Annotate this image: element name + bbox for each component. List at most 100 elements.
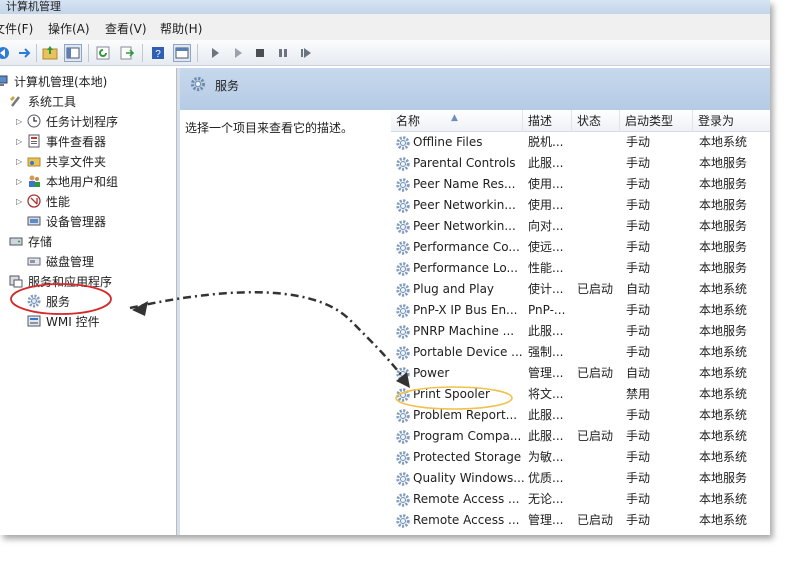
table-row[interactable]: Peer Name Res... 使用... 手动 本地服务 bbox=[391, 174, 770, 195]
service-name-cell: Portable Device ... bbox=[395, 342, 525, 363]
users-icon bbox=[26, 173, 42, 189]
export-icon[interactable] bbox=[118, 44, 136, 62]
table-row[interactable]: Plug and Play 使计... 已启动 自动 本地系统 bbox=[391, 279, 770, 300]
service-logon-as: 本地服务 bbox=[699, 261, 748, 275]
refresh-icon[interactable] bbox=[94, 44, 112, 62]
table-row[interactable]: Peer Networkin... 向对... 手动 本地服务 bbox=[391, 216, 770, 237]
expand-arrow-icon[interactable]: ▷ bbox=[16, 177, 26, 186]
performance-icon bbox=[26, 193, 42, 209]
service-name: Program Compa... bbox=[413, 429, 522, 443]
expand-arrow-icon[interactable]: ▷ bbox=[16, 117, 26, 126]
service-description: 性能... bbox=[528, 261, 564, 275]
service-name: Peer Networkin... bbox=[413, 198, 516, 212]
service-name: PNRP Machine ... bbox=[413, 324, 515, 338]
description-prompt: 选择一个项目来查看它的描述。 bbox=[185, 121, 354, 135]
service-logon-as: 本地系统 bbox=[699, 282, 748, 296]
help-icon[interactable]: ? bbox=[149, 44, 167, 62]
service-logon-as: 本地系统 bbox=[699, 387, 748, 401]
service-description: 优质... bbox=[528, 471, 564, 485]
menu-help[interactable]: 帮助(H) bbox=[160, 20, 202, 37]
window-title: 计算机管理 bbox=[6, 0, 61, 13]
service-status bbox=[577, 132, 621, 153]
tree-node-event-viewer[interactable]: ▷ 事件查看器 bbox=[16, 132, 106, 150]
event-log-icon bbox=[26, 133, 42, 149]
expand-arrow-icon[interactable]: ▷ bbox=[16, 197, 26, 206]
table-row[interactable]: Performance Lo... 性能... 手动 本地服务 bbox=[391, 258, 770, 279]
menu-action[interactable]: 操作(A) bbox=[48, 20, 90, 37]
table-row[interactable]: Offline Files 脱机... 手动 本地系统 bbox=[391, 132, 770, 153]
menu-file[interactable]: 文件(F) bbox=[0, 20, 33, 37]
service-logon-as: 本地系统 bbox=[699, 513, 748, 527]
table-row[interactable]: Remote Access ... 管理... 已启动 手动 本地系统 bbox=[391, 510, 770, 531]
computer-management-window: 计算机管理 文件(F) 操作(A) 查看(V) 帮助(H) ? bbox=[0, 0, 770, 535]
up-folder-icon[interactable] bbox=[41, 44, 59, 62]
service-startup-type: 手动 bbox=[626, 513, 651, 527]
start-service-icon[interactable] bbox=[206, 44, 224, 62]
service-logon-as: 本地系统 bbox=[699, 366, 748, 380]
start-service-alt-icon[interactable] bbox=[229, 44, 247, 62]
table-row[interactable]: Peer Networkin... 使用... 手动 本地服务 bbox=[391, 195, 770, 216]
table-row[interactable]: Parental Controls 此服... 手动 本地服务 bbox=[391, 153, 770, 174]
table-row[interactable]: Program Compa... 此服... 已启动 手动 本地系统 bbox=[391, 426, 770, 447]
gear-icon bbox=[396, 513, 410, 528]
show-tree-icon[interactable] bbox=[64, 44, 82, 62]
table-row[interactable]: Performance Co... 使远... 手动 本地服务 bbox=[391, 237, 770, 258]
stop-service-icon[interactable] bbox=[251, 44, 269, 62]
services-list: 名称 ▲ 描述 状态 启动类型 登录为 Offline Files 脱机... 手动… bbox=[391, 110, 770, 535]
service-description: 使计... bbox=[528, 282, 564, 296]
service-logon-as: 本地系统 bbox=[699, 303, 748, 317]
pause-service-icon[interactable] bbox=[274, 44, 292, 62]
service-status bbox=[577, 489, 621, 510]
properties-icon[interactable] bbox=[173, 44, 191, 62]
table-row[interactable]: Remote Access ... 无论... 手动 本地系统 bbox=[391, 489, 770, 510]
table-row[interactable]: Print Spooler 将文... 禁用 本地系统 bbox=[391, 384, 770, 405]
expand-arrow-icon[interactable]: ▷ bbox=[16, 157, 26, 166]
service-name: PnP-X IP Bus En... bbox=[413, 303, 518, 317]
service-status bbox=[577, 342, 621, 363]
column-header-status[interactable]: 状态 bbox=[572, 110, 620, 132]
service-description: PnP-... bbox=[528, 303, 566, 317]
back-arrow-icon[interactable] bbox=[0, 44, 12, 62]
service-startup-type: 自动 bbox=[626, 282, 651, 296]
tree-node-performance[interactable]: ▷ 性能 bbox=[16, 192, 70, 210]
table-row[interactable]: PNRP Machine ... 此服... 手动 本地服务 bbox=[391, 321, 770, 342]
table-row[interactable]: PnP-X IP Bus En... PnP-... 手动 本地系统 bbox=[391, 300, 770, 321]
tree-node-device-manager[interactable]: 设备管理器 bbox=[26, 212, 106, 230]
service-name-cell: Peer Networkin... bbox=[395, 195, 525, 216]
tree-node-local-users-groups[interactable]: ▷ 本地用户和组 bbox=[16, 172, 118, 190]
table-row[interactable]: Problem Report... 此服... 手动 本地系统 bbox=[391, 405, 770, 426]
expand-arrow-icon[interactable]: ▷ bbox=[16, 137, 26, 146]
column-header-description[interactable]: 描述 bbox=[523, 110, 572, 132]
service-status bbox=[577, 384, 621, 405]
restart-service-icon[interactable] bbox=[297, 44, 315, 62]
tree-node-system-tools[interactable]: 系统工具 bbox=[8, 92, 76, 110]
service-startup-type: 手动 bbox=[626, 156, 651, 170]
menu-view[interactable]: 查看(V) bbox=[105, 20, 147, 37]
tree-node-storage[interactable]: 存储 bbox=[8, 232, 52, 250]
tree-node-computer-management[interactable]: 计算机管理(本地) bbox=[0, 72, 107, 90]
gear-icon bbox=[396, 303, 410, 318]
gear-icon bbox=[396, 471, 410, 486]
table-row[interactable]: Protected Storage 为敏... 手动 本地系统 bbox=[391, 447, 770, 468]
column-header-name[interactable]: 名称 ▲ bbox=[391, 110, 523, 132]
tree-node-wmi-control[interactable]: WMI 控件 bbox=[26, 312, 100, 330]
service-name: Print Spooler bbox=[413, 387, 490, 401]
forward-arrow-icon[interactable] bbox=[16, 44, 34, 62]
service-description: 使用... bbox=[528, 177, 564, 191]
disk-icon bbox=[26, 253, 42, 269]
table-row[interactable]: Quality Windows... 优质... 手动 本地服务 bbox=[391, 468, 770, 489]
tree-node-shared-folders[interactable]: ▷ 共享文件夹 bbox=[16, 152, 106, 170]
tree-node-services[interactable]: 服务 bbox=[26, 292, 70, 310]
service-name: Portable Device ... bbox=[413, 345, 523, 359]
service-startup-type: 手动 bbox=[626, 324, 651, 338]
service-name-cell: PNRP Machine ... bbox=[395, 321, 525, 342]
column-header-startup-type[interactable]: 启动类型 bbox=[620, 110, 693, 132]
tree-node-disk-management[interactable]: 磁盘管理 bbox=[26, 252, 94, 270]
tree-node-task-scheduler[interactable]: ▷ 任务计划程序 bbox=[16, 112, 118, 130]
table-row[interactable]: Portable Device ... 强制... 手动 本地系统 bbox=[391, 342, 770, 363]
table-row[interactable]: Power 管理... 已启动 自动 本地系统 bbox=[391, 363, 770, 384]
tree-node-services-and-applications[interactable]: 服务和应用程序 bbox=[8, 272, 112, 290]
column-header-logon-as[interactable]: 登录为 bbox=[693, 110, 770, 132]
services-panel: 服务 选择一个项目来查看它的描述。 名称 ▲ 描述 状态 启动类型 登录为 Of… bbox=[180, 68, 770, 535]
service-name-cell: Quality Windows... bbox=[395, 468, 525, 489]
